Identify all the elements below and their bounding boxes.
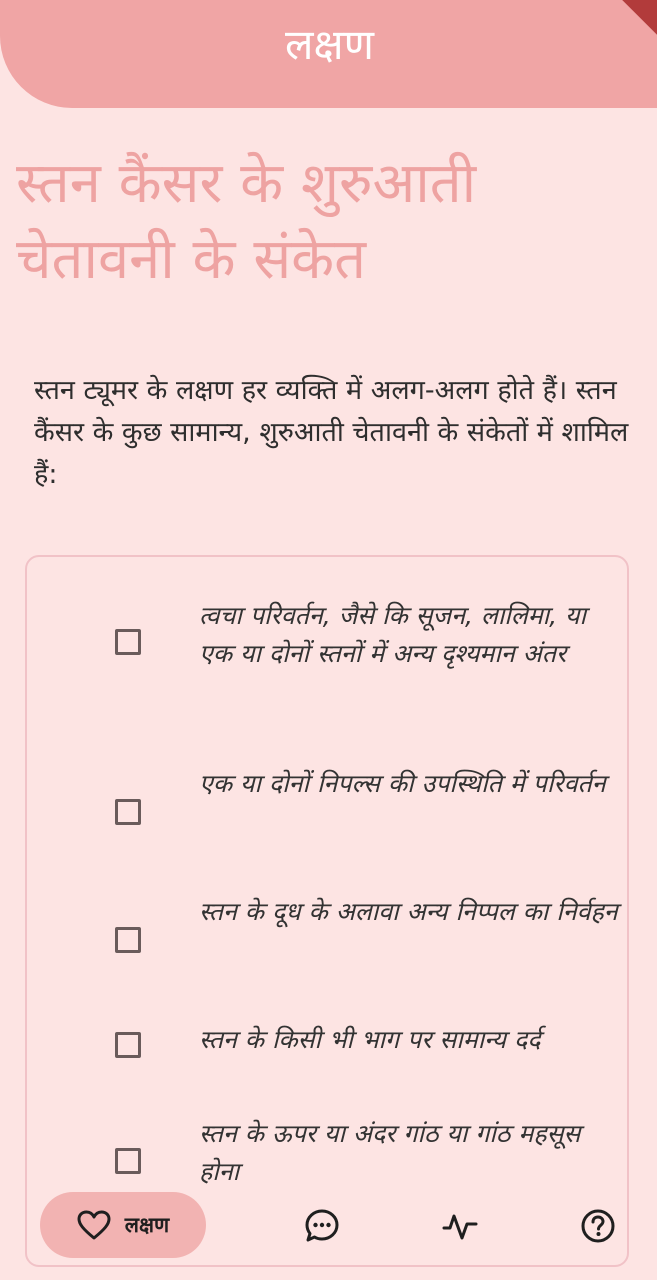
intro-text: स्तन ट्यूमर के लक्षण हर व्यक्ति में अलग-…	[34, 375, 629, 490]
chat-icon	[304, 1208, 340, 1244]
activity-icon	[442, 1208, 478, 1244]
heart-icon	[77, 1210, 111, 1240]
app-bar-title: लक्षण	[285, 20, 374, 69]
symptom-label: एक या दोनों निपल्स की उपस्थिति में परिवर…	[199, 769, 606, 798]
nav-item-chat[interactable]	[304, 1208, 340, 1244]
page-headline: स्तन कैंसर के शुरुआती चेतावनी के संकेत	[16, 151, 477, 292]
nav-item-symptoms-label: लक्षण	[124, 1213, 170, 1237]
nav-item-help[interactable]	[580, 1208, 616, 1244]
symptom-checkbox[interactable]	[115, 799, 141, 825]
bottom-navigation: लक्षण	[0, 1188, 657, 1260]
symptom-checkbox[interactable]	[115, 1148, 141, 1174]
help-icon	[580, 1208, 616, 1244]
nav-item-activity[interactable]	[442, 1208, 478, 1244]
app-bar: लक्षण	[0, 0, 657, 108]
symptom-checkbox[interactable]	[115, 629, 141, 655]
nav-item-symptoms[interactable]: लक्षण	[40, 1192, 206, 1258]
symptom-label: स्तन के दूध के अलावा अन्य निप्पल का निर्…	[199, 897, 618, 926]
symptom-label: स्तन के किसी भी भाग पर सामान्य दर्द	[199, 1025, 541, 1054]
symptom-checklist-card: त्वचा परिवर्तन, जैसे कि सूजन, लालिमा, या…	[25, 555, 629, 1267]
symptom-label: स्तन के ऊपर या अंदर गांठ या गांठ महसूस ह…	[199, 1119, 581, 1186]
symptom-label: त्वचा परिवर्तन, जैसे कि सूजन, लालिमा, या…	[199, 601, 587, 668]
symptom-checkbox[interactable]	[115, 1032, 141, 1058]
symptom-checkbox[interactable]	[115, 927, 141, 953]
